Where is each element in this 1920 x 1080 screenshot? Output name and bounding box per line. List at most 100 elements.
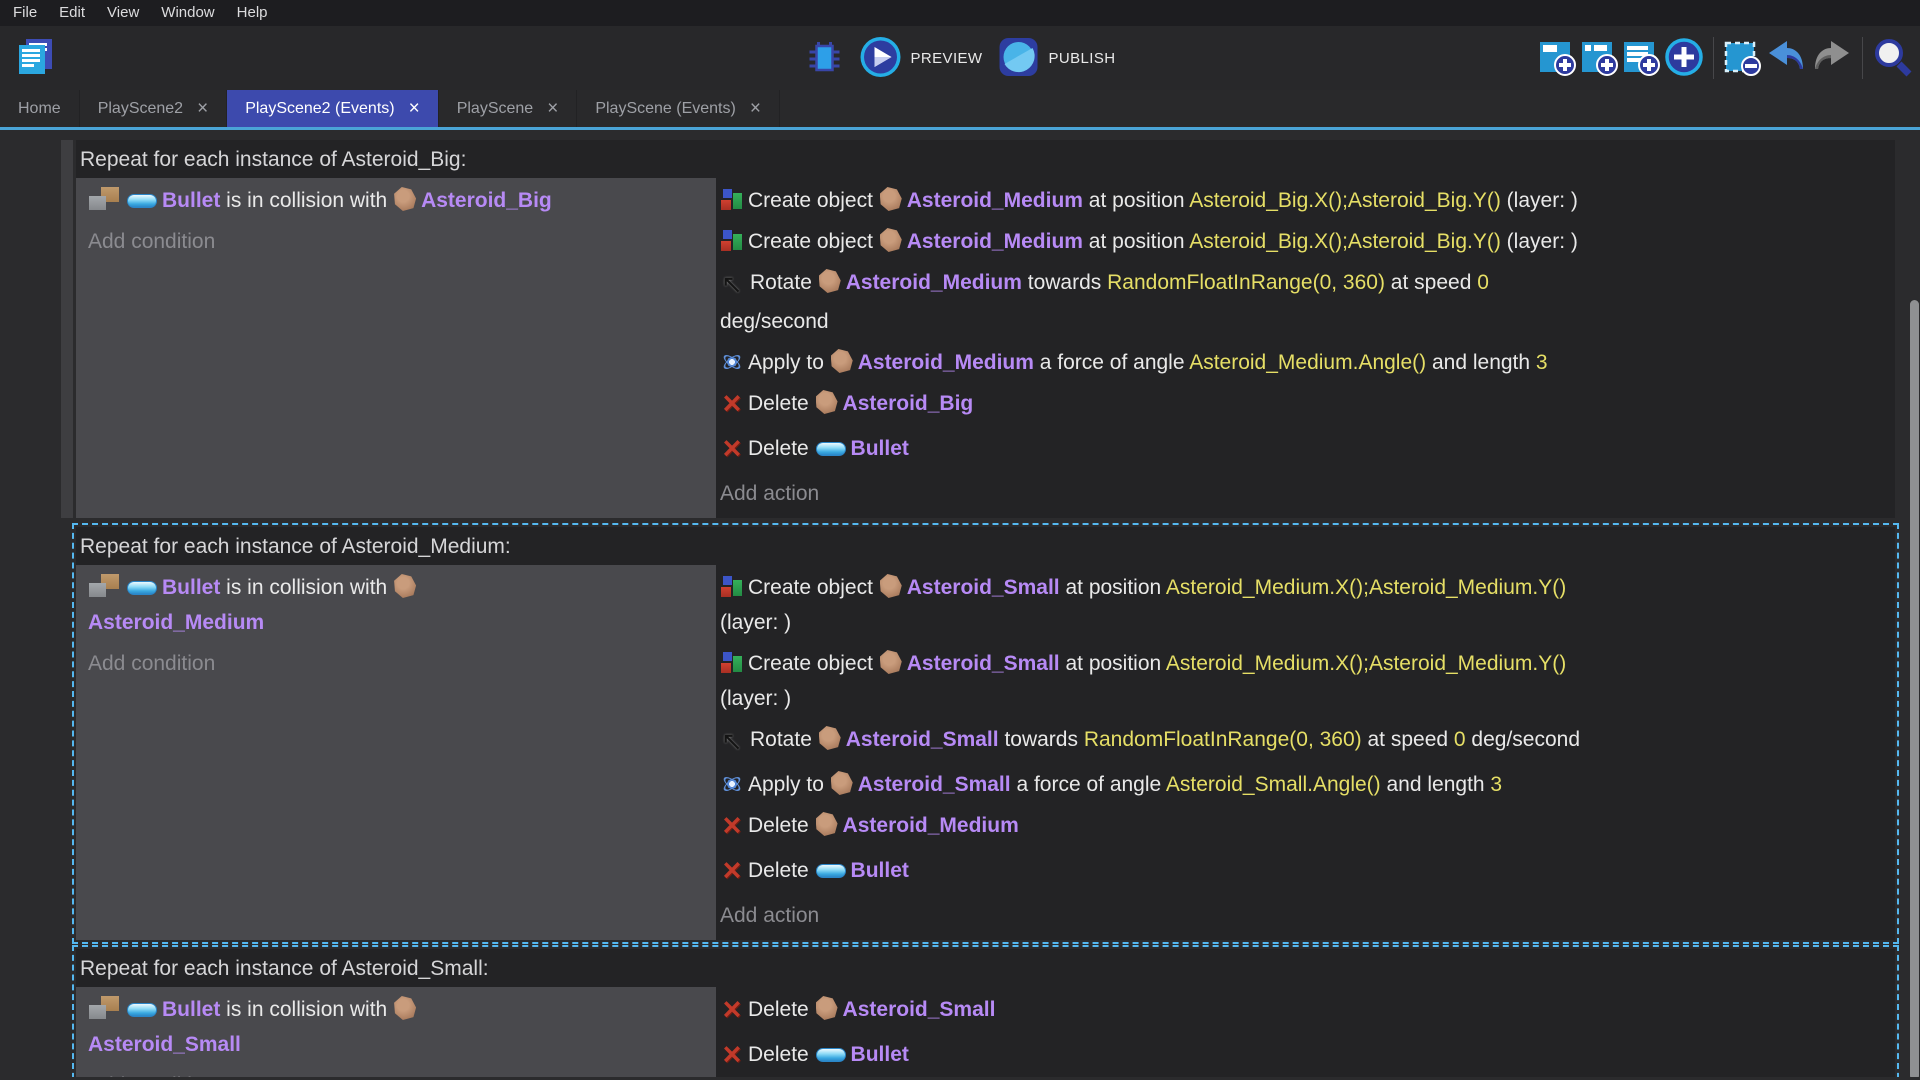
- instruction-text: deg/second: [720, 310, 829, 333]
- event-header[interactable]: Repeat for each instance of Asteroid_Big…: [76, 140, 1895, 178]
- add-new-button[interactable]: [1664, 37, 1704, 80]
- add-action[interactable]: Add action: [720, 895, 1889, 936]
- delete-icon: [721, 435, 743, 470]
- event-block[interactable]: Repeat for each instance of Asteroid_Big…: [61, 140, 1895, 518]
- create-icon: [721, 189, 743, 211]
- tab-bar: Home PlayScene2 × PlayScene2 (Events) × PlayS…: [0, 90, 1920, 130]
- action-row[interactable]: Delete Asteroid_Small: [720, 989, 1889, 1034]
- instruction-text: Asteroid_Medium: [88, 611, 265, 634]
- instruction-text: (layer: ): [720, 611, 792, 634]
- instruction-text: Asteroid_Medium: [906, 189, 1083, 212]
- tab-playscene[interactable]: PlayScene ×: [439, 90, 578, 127]
- menu-file[interactable]: File: [2, 0, 48, 26]
- delete-icon: [721, 1041, 743, 1076]
- menu-edit[interactable]: Edit: [48, 0, 96, 26]
- instruction-text: is in collision with: [220, 998, 394, 1021]
- action-row[interactable]: Delete Asteroid_Big: [720, 383, 1889, 428]
- event-block[interactable]: Repeat for each instance of Asteroid_Sma…: [72, 945, 1899, 1077]
- bullet-icon: [127, 581, 157, 595]
- instruction-text: (layer: ): [1500, 189, 1578, 212]
- instruction-text: is in collision with: [220, 576, 394, 599]
- instruction-text: Create object: [748, 189, 879, 212]
- event-header[interactable]: Repeat for each instance of Asteroid_Med…: [76, 527, 1895, 565]
- action-row[interactable]: Create object Asteroid_Small at position…: [720, 567, 1889, 643]
- preview-button[interactable]: PREVIEW: [859, 35, 983, 82]
- redo-button[interactable]: [1811, 36, 1853, 81]
- instruction-text: Rotate: [750, 271, 818, 294]
- vertical-scrollbar[interactable]: [1908, 130, 1920, 1077]
- instruction-text: Create object: [748, 230, 879, 253]
- instruction-text: Bullet: [162, 998, 221, 1021]
- create-icon: [721, 230, 743, 252]
- action-row[interactable]: Delete Bullet: [720, 1034, 1889, 1077]
- events-sheet: Repeat for each instance of Asteroid_Big…: [0, 130, 1920, 1077]
- add-comment-button[interactable]: [1622, 38, 1660, 79]
- close-tab-icon[interactable]: ×: [547, 99, 558, 118]
- action-row[interactable]: Apply to Asteroid_Medium a force of angl…: [720, 342, 1889, 383]
- search-button[interactable]: [1872, 37, 1912, 80]
- action-row[interactable]: Apply to Asteroid_Small a force of angle…: [720, 764, 1889, 805]
- tab-playscene-events[interactable]: PlayScene (Events) ×: [577, 90, 780, 127]
- add-condition[interactable]: Add condition: [88, 643, 708, 684]
- instruction-text: 0: [1453, 728, 1466, 751]
- play-circle-icon: [859, 35, 903, 82]
- action-row[interactable]: Delete Asteroid_Medium: [720, 805, 1889, 850]
- condition-row[interactable]: Bullet is in collision with Asteroid_Sma…: [88, 989, 708, 1065]
- condition-row[interactable]: Bullet is in collision with Asteroid_Big: [88, 180, 708, 221]
- debug-button[interactable]: [805, 37, 845, 80]
- tab-home[interactable]: Home: [0, 90, 80, 127]
- instruction-text: and length: [1426, 351, 1536, 374]
- instruction-text: Asteroid_Big.X();Asteroid_Big.Y(): [1189, 189, 1501, 212]
- add-subevent-button[interactable]: [1580, 38, 1618, 79]
- tab-playscene2[interactable]: PlayScene2 ×: [80, 90, 228, 127]
- add-condition[interactable]: Add condition: [88, 1065, 708, 1077]
- event-drag-handle[interactable]: [61, 140, 73, 518]
- close-tab-icon[interactable]: ×: [750, 99, 761, 118]
- action-row[interactable]: Delete Bullet: [720, 428, 1889, 473]
- asteroid-icon: [879, 650, 902, 674]
- close-tab-icon[interactable]: ×: [197, 99, 208, 118]
- asteroid-icon: [394, 187, 417, 211]
- event-block[interactable]: Repeat for each instance of Asteroid_Med…: [72, 523, 1899, 944]
- search-icon: [1872, 37, 1912, 80]
- instruction-text: Asteroid_Medium.X();Asteroid_Medium.Y(): [1165, 652, 1567, 675]
- asteroid-icon: [818, 726, 841, 750]
- scrollbar-thumb[interactable]: [1910, 300, 1919, 1077]
- instruction-text: Delete: [748, 859, 815, 882]
- publish-button[interactable]: PUBLISH: [996, 35, 1115, 82]
- condition-row[interactable]: Bullet is in collision with Asteroid_Med…: [88, 567, 708, 643]
- remove-selection-button[interactable]: [1723, 38, 1761, 79]
- action-row[interactable]: Delete Bullet: [720, 850, 1889, 895]
- menu-window[interactable]: Window: [150, 0, 225, 26]
- asteroid-icon: [815, 812, 838, 836]
- menu-help[interactable]: Help: [226, 0, 279, 26]
- instruction-text: Asteroid_Small: [906, 652, 1060, 675]
- add-event-icon: [1538, 38, 1576, 79]
- undo-button[interactable]: [1765, 36, 1807, 81]
- tab-label: PlayScene2: [97, 99, 184, 117]
- rotate-icon: [721, 724, 745, 761]
- event-header[interactable]: Repeat for each instance of Asteroid_Sma…: [76, 949, 1895, 987]
- project-manager-button[interactable]: [14, 36, 56, 81]
- menu-view[interactable]: View: [96, 0, 150, 26]
- toolbar: PREVIEW PUBLISH: [0, 26, 1920, 90]
- action-row[interactable]: Rotate Asteroid_Medium towards RandomFlo…: [720, 262, 1889, 342]
- add-event-button[interactable]: [1538, 38, 1576, 79]
- action-row[interactable]: Create object Asteroid_Medium at positio…: [720, 221, 1889, 262]
- instruction-text: Delete: [748, 998, 815, 1021]
- tab-label: Home: [18, 99, 61, 117]
- add-action[interactable]: Add action: [720, 473, 1889, 514]
- instruction-text: Asteroid_Small: [845, 728, 999, 751]
- instruction-text: is in collision with: [220, 189, 394, 212]
- add-subevent-icon: [1580, 38, 1618, 79]
- tab-playscene2-events[interactable]: PlayScene2 (Events) ×: [227, 90, 439, 127]
- action-row[interactable]: Create object Asteroid_Medium at positio…: [720, 180, 1889, 221]
- add-condition[interactable]: Add condition: [88, 221, 708, 262]
- delete-icon: [721, 996, 743, 1031]
- asteroid-icon: [830, 771, 853, 795]
- action-row[interactable]: Create object Asteroid_Small at position…: [720, 643, 1889, 719]
- project-manager-icon: [14, 36, 56, 81]
- action-row[interactable]: Rotate Asteroid_Small towards RandomFloa…: [720, 719, 1889, 764]
- instruction-text: towards: [998, 728, 1084, 751]
- close-tab-icon[interactable]: ×: [409, 99, 420, 118]
